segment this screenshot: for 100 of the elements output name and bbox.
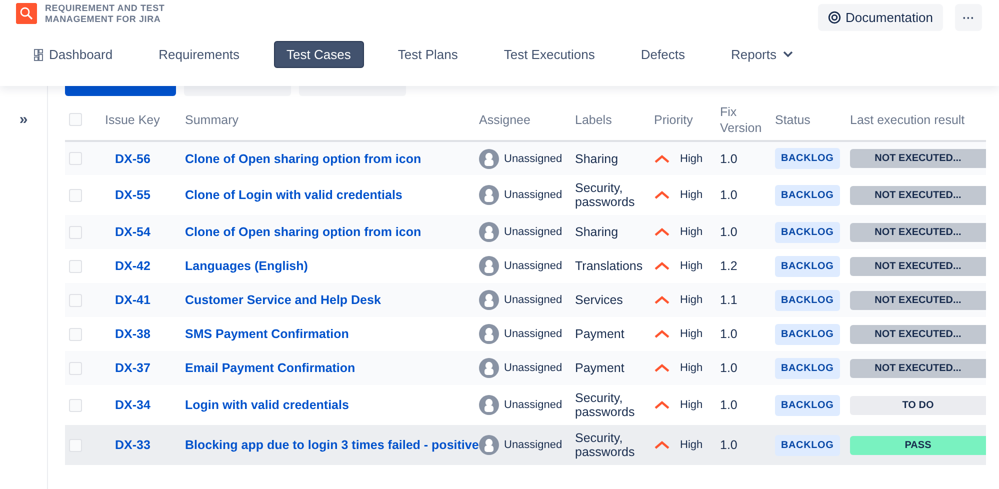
row-checkbox[interactable] — [69, 188, 82, 202]
nav-tab[interactable]: Test Plans — [386, 41, 470, 68]
priority-text: High — [680, 152, 703, 164]
fix-version-text: 1.0 — [720, 225, 738, 239]
execution-result-badge: NOT EXECUTED... — [850, 222, 986, 242]
row-checkbox[interactable] — [69, 294, 82, 306]
priority-high-icon — [654, 191, 670, 199]
summary-link[interactable]: Clone of Open sharing option from icon — [185, 225, 422, 239]
nav-tab[interactable]: Dashboard — [22, 41, 125, 68]
app-logo-icon — [16, 3, 37, 24]
summary-link[interactable]: Clone of Open sharing option from icon — [185, 152, 422, 166]
assignee-text: Unassigned — [504, 328, 562, 340]
summary-link[interactable]: Languages (English) — [185, 259, 308, 273]
issue-key-link[interactable]: DX-54 — [115, 225, 150, 239]
assignee-text: Unassigned — [504, 399, 562, 411]
issue-key-link[interactable]: DX-41 — [115, 293, 150, 307]
assignee-text: Unassigned — [504, 439, 562, 451]
row-checkbox[interactable] — [69, 362, 82, 374]
column-header[interactable]: Labels — [575, 112, 654, 128]
assignee-text: Unassigned — [504, 294, 562, 306]
table-row[interactable]: DX-41 Customer Service and Help Desk Unassigned Services High 1.1 BACKLOG NOT EXECUTED... — [65, 283, 986, 317]
avatar-icon — [479, 185, 499, 205]
priority-high-icon — [654, 296, 670, 304]
row-checkbox[interactable] — [69, 398, 82, 412]
column-header[interactable]: Fix Version — [720, 104, 775, 136]
assignee-text: Unassigned — [504, 152, 562, 164]
labels-text: Security, passwords — [575, 391, 635, 419]
table-row[interactable]: DX-38 SMS Payment Confirmation Unassigned Payment High 1.0 BACKLOG NOT EXECUTED... — [65, 317, 986, 351]
status-lozenge: BACKLOG — [775, 394, 840, 416]
summary-link[interactable]: Email Payment Confirmation — [185, 361, 356, 375]
labels-text: Security, passwords — [575, 431, 635, 459]
issue-key-link[interactable]: DX-42 — [115, 259, 150, 273]
chevron-down-icon — [782, 51, 792, 58]
table-row[interactable]: DX-34 Login with valid credentials Unassigned Security, passwords High 1.0 BACKLOG TO DO — [65, 385, 986, 425]
expand-sidebar-button[interactable]: » — [19, 112, 28, 128]
toolbar-button[interactable] — [65, 86, 176, 96]
labels-text: Sharing — [575, 152, 618, 166]
assignee-text: Unassigned — [504, 260, 562, 272]
nav-tab[interactable]: Test Cases — [274, 41, 364, 68]
row-checkbox[interactable] — [69, 438, 82, 452]
summary-link[interactable]: SMS Payment Confirmation — [185, 327, 349, 341]
fix-version-text: 1.0 — [720, 361, 738, 375]
priority-high-icon — [654, 154, 670, 162]
execution-result-badge: NOT EXECUTED... — [850, 324, 986, 344]
assignee-text: Unassigned — [504, 189, 562, 201]
table-row[interactable]: DX-42 Languages (English) Unassigned Translations High 1.2 BACKLOG NOT EXECUTED... — [65, 249, 986, 283]
labels-text: Payment — [575, 327, 624, 341]
priority-text: High — [680, 328, 703, 340]
priority-text: High — [680, 189, 703, 201]
priority-high-icon — [654, 330, 670, 338]
table-row[interactable]: DX-56 Clone of Open sharing option from icon Unassigned Sharing High 1.0 BACKLOG NOT EXECUTED... — [65, 141, 986, 175]
fix-version-text: 1.0 — [720, 188, 738, 202]
summary-link[interactable]: Login with valid credentials — [185, 398, 349, 412]
summary-link[interactable]: Clone of Login with valid credentials — [185, 188, 402, 202]
column-header[interactable]: Status — [775, 112, 850, 128]
issue-key-link[interactable]: DX-38 — [115, 327, 150, 341]
labels-text: Security, passwords — [575, 181, 635, 209]
avatar-icon — [479, 358, 499, 378]
status-lozenge: BACKLOG — [775, 184, 840, 206]
labels-text: Services — [575, 293, 623, 307]
row-checkbox[interactable] — [69, 226, 82, 238]
table-row[interactable]: DX-37 Email Payment Confirmation Unassigned Payment High 1.0 BACKLOG NOT EXECUTED... — [65, 351, 986, 385]
priority-text: High — [680, 294, 703, 306]
execution-result-badge: NOT EXECUTED... — [850, 358, 986, 378]
nav-tab[interactable]: Defects — [628, 41, 697, 68]
issue-key-link[interactable]: DX-33 — [115, 438, 150, 452]
column-header[interactable]: Last execution result — [850, 112, 986, 128]
nav-tab[interactable]: Test Executions — [492, 41, 607, 68]
fix-version-text: 1.0 — [720, 438, 738, 452]
issue-key-link[interactable]: DX-56 — [115, 152, 150, 166]
column-header[interactable]: Assignee — [479, 112, 575, 128]
app-title: REQUIREMENT AND TEST — [45, 3, 165, 14]
fix-version-text: 1.2 — [720, 259, 738, 273]
dashboard-icon — [34, 48, 43, 60]
lifebuoy-icon — [828, 11, 841, 24]
documentation-button[interactable]: Documentation — [818, 4, 943, 31]
summary-link[interactable]: Blocking app due to login 3 times failed - positive — [185, 438, 479, 452]
select-all-checkbox[interactable] — [69, 113, 82, 126]
row-checkbox[interactable] — [69, 260, 82, 272]
row-checkbox[interactable] — [69, 328, 82, 340]
nav-tab[interactable]: Requirements — [146, 41, 252, 68]
column-header[interactable]: Priority — [654, 112, 720, 128]
fix-version-text: 1.0 — [720, 152, 738, 166]
execution-result-badge: NOT EXECUTED... — [850, 149, 986, 168]
row-checkbox[interactable] — [69, 152, 82, 165]
column-header[interactable]: Issue Key — [105, 112, 185, 128]
issue-key-link[interactable]: DX-37 — [115, 361, 150, 375]
execution-result-badge: NOT EXECUTED... — [850, 290, 986, 310]
status-lozenge: BACKLOG — [775, 290, 840, 310]
priority-text: High — [680, 260, 703, 272]
issue-key-link[interactable]: DX-55 — [115, 188, 150, 202]
nav-tab[interactable]: Reports — [718, 41, 804, 68]
more-button[interactable]: ··· — [955, 4, 982, 31]
table-row[interactable]: DX-55 Clone of Login with valid credentials Unassigned Security, passwords High 1.0 BACKLOG NOT EXECUTED... — [65, 175, 986, 215]
summary-link[interactable]: Customer Service and Help Desk — [185, 293, 381, 307]
priority-high-icon — [654, 262, 670, 270]
issue-key-link[interactable]: DX-34 — [115, 398, 150, 412]
status-lozenge: BACKLOG — [775, 222, 840, 242]
table-row[interactable]: DX-54 Clone of Open sharing option from icon Unassigned Sharing High 1.0 BACKLOG NOT EXECUTED... — [65, 215, 986, 249]
column-header[interactable]: Summary — [185, 112, 479, 128]
